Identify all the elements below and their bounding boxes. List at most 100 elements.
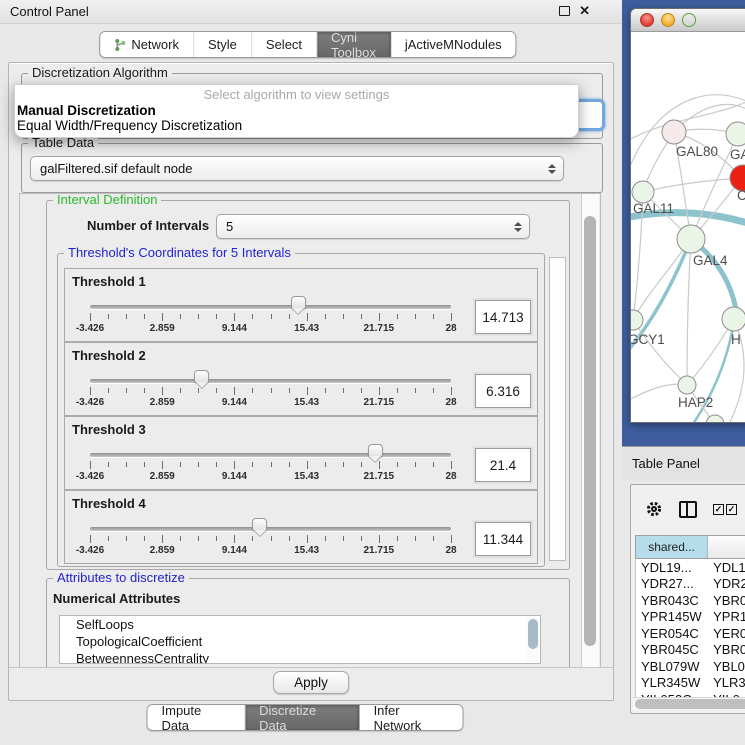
table-cell: YER0 <box>708 626 745 641</box>
dropdown-option-manual-discretization[interactable]: Manual Discretization <box>15 103 578 118</box>
slider-tick-label: 9.144 <box>222 545 247 556</box>
threshold-slider-track[interactable] <box>90 453 451 457</box>
threshold-value-field[interactable]: 21.4 <box>475 448 531 482</box>
network-graph: GAL80GALCGAL11GAL4GCY1HHAP2 <box>631 32 745 422</box>
tab-cyni-toolbox[interactable]: Cyni Toolbox <box>317 32 391 57</box>
slider-tick-major <box>162 313 163 321</box>
network-node-h[interactable] <box>722 307 745 331</box>
table-data-combobox[interactable]: galFiltered.sif default node <box>30 156 564 181</box>
tab-impute-data[interactable]: Impute Data <box>148 705 246 730</box>
threshold-label: Threshold 4 <box>72 496 146 511</box>
table-cell: YPR1 <box>708 609 745 624</box>
attribute-item-selfloops[interactable]: SelfLoops <box>60 616 540 633</box>
table-row[interactable]: YBL079WYBL0 <box>636 658 745 675</box>
slider-tick-major <box>162 535 163 543</box>
gear-icon[interactable] <box>645 500 663 518</box>
number-of-intervals-combobox[interactable]: 5 <box>216 214 530 239</box>
attributes-list-scrollbar[interactable] <box>527 617 539 662</box>
threshold-value-field[interactable]: 14.713 <box>475 300 531 334</box>
threshold-slider-thumb[interactable] <box>194 370 209 388</box>
threshold-slider-track[interactable] <box>90 527 451 531</box>
network-window-titlebar <box>631 9 745 32</box>
table-row[interactable]: YBR045CYBR0 <box>636 642 745 659</box>
table-row[interactable]: YDR27...YDR2 <box>636 576 745 593</box>
slider-tick-minor <box>126 536 127 541</box>
tab-discretize-data[interactable]: Discretize Data <box>245 705 359 730</box>
slider-tick-minor <box>108 314 109 319</box>
close-icon[interactable]: ✕ <box>579 5 590 17</box>
numerical-attributes-label: Numerical Attributes <box>53 591 180 606</box>
combobox-arrows-icon <box>548 164 556 174</box>
table-horizontal-scrollbar[interactable] <box>633 697 745 710</box>
thresholds-scrollbar[interactable] <box>549 257 566 561</box>
network-edge <box>633 239 691 320</box>
table-browser: ✓ ✓ shared...na YDL19...YDL1YDR27...YDR2… <box>630 484 745 714</box>
control-panel-titlebar: Control Panel ✕ <box>0 0 622 24</box>
slider-tick-minor <box>271 314 272 319</box>
table-row[interactable]: YBR043CYBR0 <box>636 592 745 609</box>
table-data-group: Table Data galFiltered.sif default node <box>21 143 603 193</box>
tab-jactivemnodules[interactable]: jActiveMNodules <box>391 32 516 57</box>
threshold-value-field[interactable]: 6.316 <box>475 374 531 408</box>
table-cell: YDR27... <box>636 576 708 591</box>
slider-tick-major <box>379 313 380 321</box>
tab-label: jActiveMNodules <box>405 37 502 52</box>
threshold-value-field[interactable]: 11.344 <box>475 522 531 556</box>
network-node-gal4[interactable] <box>677 225 705 253</box>
thresholds-group: Threshold's Coordinates for 5 Intervals … <box>57 253 545 567</box>
minimize-traffic-light-icon[interactable] <box>661 13 675 27</box>
table-row[interactable]: YPR145WYPR1 <box>636 609 745 626</box>
network-icon <box>114 38 126 52</box>
threshold-label: Threshold 1 <box>72 274 146 289</box>
checkbox-icon[interactable]: ✓ <box>713 504 724 515</box>
slider-tick-minor <box>325 462 326 467</box>
slider-tick-label: 28 <box>445 323 456 334</box>
table-column-header-1[interactable]: shared... <box>636 536 708 558</box>
table-cell: YBR0 <box>708 593 745 608</box>
table-column-header-2[interactable]: na <box>708 536 745 558</box>
threshold-slider-thumb[interactable] <box>291 296 306 314</box>
table-row[interactable]: YER054CYER0 <box>636 625 745 642</box>
attribute-item-betweennesscentrality[interactable]: BetweennessCentrality <box>60 650 540 664</box>
threshold-slider-thumb[interactable] <box>368 444 383 462</box>
numerical-attributes-list[interactable]: SelfLoopsTopologicalCoefficientBetweenne… <box>59 615 541 664</box>
slider-tick-major <box>162 461 163 469</box>
network-edge <box>687 239 691 385</box>
tab-style[interactable]: Style <box>194 32 252 57</box>
checkbox-icon[interactable]: ✓ <box>726 504 737 515</box>
number-of-intervals-label: Number of Intervals <box>87 218 209 233</box>
network-node-gal11[interactable] <box>632 181 654 203</box>
zoom-traffic-light-icon[interactable] <box>682 13 696 27</box>
threshold-slider-thumb[interactable] <box>252 518 267 536</box>
settings-vertical-scrollbar[interactable] <box>581 194 599 667</box>
slider-tick-minor <box>108 462 109 467</box>
columns-icon[interactable] <box>679 501 697 518</box>
close-traffic-light-icon[interactable] <box>640 13 654 27</box>
tab-select[interactable]: Select <box>252 32 317 57</box>
tab-infer-network[interactable]: Infer Network <box>360 705 463 730</box>
slider-tick-label: 15.43 <box>294 397 319 408</box>
tab-network[interactable]: Network <box>100 32 194 57</box>
threshold-slider-track[interactable] <box>90 379 451 383</box>
network-canvas[interactable]: GAL80GALCGAL11GAL4GCY1HHAP2 <box>631 32 745 422</box>
threshold-slider-track[interactable] <box>90 305 451 309</box>
slider-tick-minor <box>289 462 290 467</box>
slider-tick-minor <box>415 388 416 393</box>
tab-label: Impute Data <box>162 704 231 731</box>
table-row[interactable]: YDL19...YDL1 <box>636 559 745 576</box>
network-node-gal[interactable] <box>726 122 745 146</box>
apply-separator <box>9 667 613 668</box>
attribute-item-topologicalcoefficient[interactable]: TopologicalCoefficient <box>60 633 540 650</box>
apply-button[interactable]: Apply <box>273 671 349 694</box>
network-node-gcy1[interactable] <box>631 310 643 330</box>
network-node-hap2[interactable] <box>678 376 696 394</box>
slider-tick-minor <box>144 388 145 393</box>
slider-tick-label: 9.144 <box>222 397 247 408</box>
tab-label: Infer Network <box>374 704 449 731</box>
table-row[interactable]: YLR345WYLR3 <box>636 675 745 692</box>
slider-tick-minor <box>433 388 434 393</box>
float-window-icon[interactable] <box>559 6 570 16</box>
dropdown-option-equal-width-frequency-discretization[interactable]: Equal Width/Frequency Discretization <box>15 118 578 133</box>
network-node-gal80[interactable] <box>662 120 686 144</box>
slider-tick-label: 15.43 <box>294 471 319 482</box>
